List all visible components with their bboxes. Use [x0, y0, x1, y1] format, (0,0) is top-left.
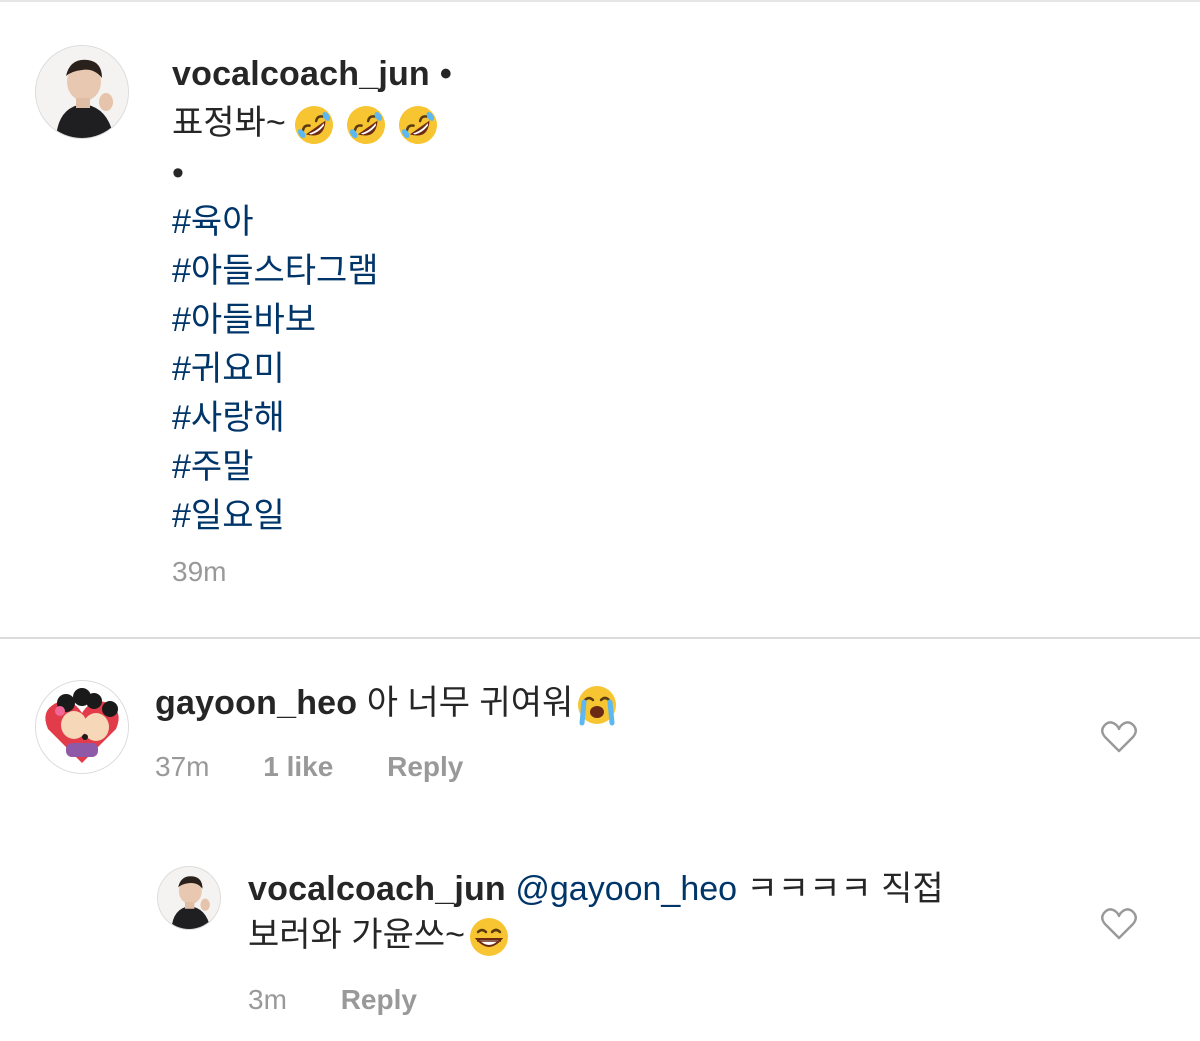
comment-likes-link[interactable]: 1 like — [263, 751, 333, 782]
comment-meta: 37m 1 like Reply — [155, 751, 509, 783]
reply-username[interactable]: vocalcoach_jun — [248, 870, 506, 908]
comment-reply-button[interactable]: Reply — [387, 751, 463, 782]
hashtag-link[interactable]: #일요일 — [172, 492, 452, 541]
grinning-face-icon — [469, 918, 508, 957]
hashtag-link[interactable]: #사랑해 — [172, 394, 452, 443]
reply-timestamp: 3m — [248, 984, 287, 1015]
post-author-username[interactable]: vocalcoach_jun — [172, 55, 430, 93]
reply-meta: 3m Reply — [248, 984, 463, 1016]
comment-text: 아 너무 귀여워 — [366, 684, 574, 722]
rolling-laughing-emoji — [398, 106, 437, 145]
reply-body: vocalcoach_jun @gayoon_heo ㅋㅋㅋㅋ 직접 보러와 가… — [248, 866, 944, 959]
reply-mention-link[interactable]: @gayoon_heo — [515, 870, 737, 908]
top-border — [0, 0, 1200, 2]
hashtag-link[interactable]: #주말 — [172, 443, 452, 492]
like-comment-heart-icon[interactable] — [1100, 720, 1138, 754]
comment-body: gayoon_heo 아 너무 귀여워 — [155, 680, 619, 727]
reply-text-line2: 보러와 가윤쓰~ — [248, 916, 465, 954]
hashtag-link[interactable]: #육아 — [172, 198, 452, 247]
hashtag-link[interactable]: #아들바보 — [172, 296, 452, 345]
section-divider — [0, 637, 1200, 639]
loudly-crying-emoji — [573, 684, 619, 726]
profile-photo — [36, 46, 128, 138]
caption-emojis — [286, 104, 442, 145]
like-reply-heart-icon[interactable] — [1100, 907, 1138, 941]
reply-text-line1: ㅋㅋㅋㅋ 직접 — [746, 870, 944, 908]
commenter-username[interactable]: gayoon_heo — [155, 684, 357, 722]
loudly-crying-face-icon — [578, 686, 617, 726]
rolling-laughing-emoji — [346, 106, 385, 145]
comment-timestamp: 37m — [155, 751, 210, 782]
post-timestamp: 39m — [172, 556, 227, 587]
post-caption: vocalcoach_jun • 표정봐~ • #육아 #아들스타그램 #아들바보 #귀… — [172, 50, 452, 541]
commenter-avatar[interactable] — [36, 681, 128, 773]
caption-bullet: • — [172, 154, 184, 193]
profile-photo — [158, 867, 220, 929]
hashtag-link[interactable]: #귀요미 — [172, 345, 452, 394]
rolling-laughing-emoji — [294, 106, 333, 145]
reply-author-avatar[interactable] — [158, 867, 220, 929]
caption-text: 표정봐~ — [172, 104, 286, 142]
reply-reply-button[interactable]: Reply — [341, 984, 417, 1015]
grinning-emoji — [465, 916, 511, 957]
caption-text-line: 표정봐~ — [172, 99, 452, 149]
hashtag-link[interactable]: #아들스타그램 — [172, 247, 452, 296]
separator-dot: • — [439, 55, 452, 93]
hashtag-list: #육아 #아들스타그램 #아들바보 #귀요미 #사랑해 #주말 #일요일 — [172, 198, 452, 541]
mickey-minnie-avatar-image — [36, 681, 128, 773]
post-author-avatar[interactable] — [36, 46, 128, 138]
